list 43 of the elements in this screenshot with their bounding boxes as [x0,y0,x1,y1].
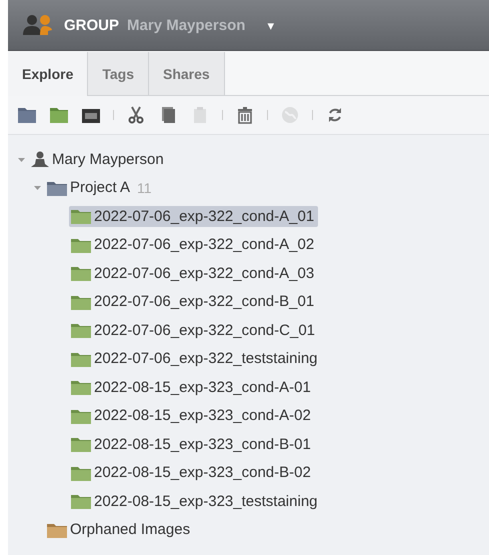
tree-node[interactable]: Mary Mayperson [29,148,168,170]
scissors-icon [126,106,146,124]
tree-node[interactable]: 2022-07-06_exp-322_cond-A_01 [69,206,318,227]
tree-node[interactable]: 2022-08-15_exp-323_teststaining [69,490,322,512]
folder-icon [17,106,37,124]
tree-node[interactable]: 2022-08-15_exp-323_cond-B-01 [69,434,315,455]
user-icon [31,150,49,168]
folder-icon [71,493,91,510]
tree-node[interactable]: 2022-07-06_exp-322_cond-B_01 [69,291,318,312]
folder-icon [71,294,91,310]
folder-icon [71,436,91,452]
toolbar-button[interactable] [17,106,37,124]
tab[interactable]: Explore [8,52,88,96]
folder-icon [71,208,91,224]
folder-icon [49,106,69,124]
tree-node[interactable]: 2022-08-15_exp-323_cond-B-02 [69,462,315,484]
tab[interactable]: Tags [88,52,149,95]
tree-node[interactable]: 2022-07-06_exp-322_teststaining [69,348,322,370]
toolbar-button[interactable] [81,106,101,124]
folder-icon [47,180,67,196]
folder-icon [47,522,67,538]
trash-icon [235,106,255,124]
folder-icon [71,408,91,424]
tree-node[interactable]: 2022-07-06_exp-322_cond-C_01 [69,320,320,341]
toolbar-button[interactable] [126,106,146,124]
tree-node[interactable]: Orphaned Images [45,519,194,540]
globe-icon [280,106,300,124]
toolbar-button[interactable] [235,106,255,124]
folder-icon [71,322,91,338]
folder-icon [71,236,91,253]
tree-node[interactable]: Project A 11 [45,177,156,198]
tree-node[interactable]: 2022-08-15_exp-323_cond-A-02 [69,405,315,426]
tree-node[interactable]: 2022-07-06_exp-322_cond-A_03 [69,262,318,284]
folder-icon [71,350,91,367]
plate-icon [81,106,101,124]
folder-icon [71,464,91,481]
tree-node[interactable]: 2022-08-15_exp-323_cond-A-01 [69,376,315,398]
tab[interactable]: Shares [149,52,225,95]
folder-icon [71,379,91,396]
group-label: GROUP [64,16,120,34]
caret-icon[interactable]: ▾ [267,18,274,32]
folder-icon [71,265,91,282]
tree-node[interactable]: 2022-07-06_exp-322_cond-A_02 [69,234,318,256]
